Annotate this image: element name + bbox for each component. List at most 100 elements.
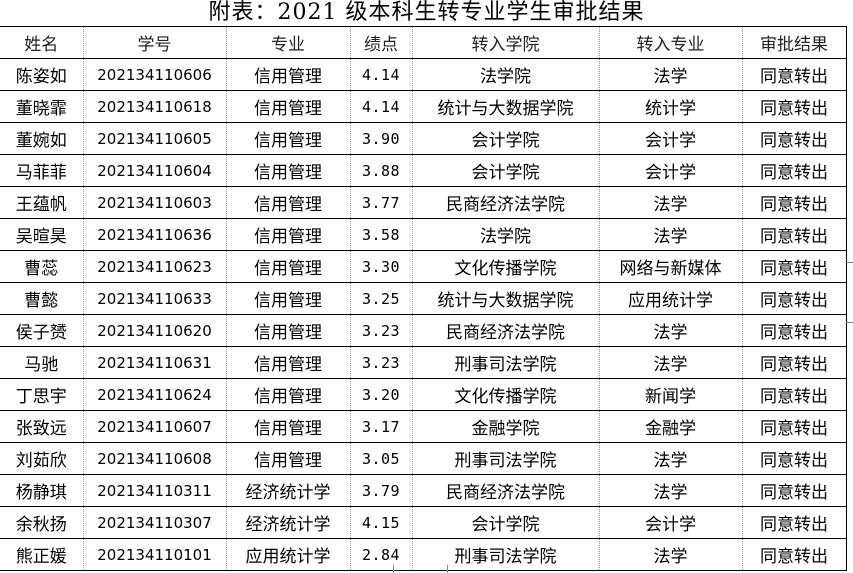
cell-major: 经济统计学 [226, 506, 351, 539]
cell-name: 余秋扬 [0, 506, 84, 539]
cell-student-id: 202134110620 [83, 314, 227, 347]
cell-target-college: 金融学院 [412, 410, 600, 443]
cell-name: 陈姿如 [0, 58, 84, 91]
cell-student-id: 202134110631 [83, 346, 227, 379]
cell-approval-result: 同意转出 [742, 538, 847, 571]
cell-target-major: 法学 [599, 474, 743, 507]
table-row: 吴暄昊 202134110636 信用管理 3.58 法学院 法学 同意转出 [0, 218, 847, 251]
cell-approval-result: 同意转出 [742, 122, 847, 155]
cell-name: 丁思宇 [0, 378, 84, 411]
cell-student-id: 202134110623 [83, 250, 227, 283]
cell-approval-result: 同意转出 [742, 282, 847, 315]
table-row: 董婉如 202134110605 信用管理 3.90 会计学院 会计学 同意转出 [0, 122, 847, 155]
cell-student-id: 202134110618 [83, 90, 227, 123]
cell-target-college: 民商经济法学院 [412, 186, 600, 219]
cell-approval-result: 同意转出 [742, 442, 847, 475]
sheet-edge-mark [846, 322, 853, 323]
sheet-edge-mark [846, 262, 853, 263]
column-header-name: 姓名 [0, 26, 84, 59]
cell-student-id: 202134110636 [83, 218, 227, 251]
cell-name: 马菲菲 [0, 154, 84, 187]
cell-name: 刘茹欣 [0, 442, 84, 475]
cell-target-major: 应用统计学 [599, 282, 743, 315]
cell-target-college: 法学院 [412, 218, 600, 251]
table-row: 王蕴帆 202134110603 信用管理 3.77 民商经济法学院 法学 同意转出 [0, 186, 847, 219]
cell-target-major: 法学 [599, 218, 743, 251]
table-row: 马驰 202134110631 信用管理 3.23 刑事司法学院 法学 同意转出 [0, 346, 847, 379]
cell-student-id: 202134110606 [83, 58, 227, 91]
cell-gpa: 3.23 [350, 346, 413, 379]
cell-student-id: 202134110311 [83, 474, 227, 507]
table-row: 董晓霏 202134110618 信用管理 4.14 统计与大数据学院 统计学 同意转出 [0, 90, 847, 123]
cell-target-major: 法学 [599, 346, 743, 379]
cell-target-college: 文化传播学院 [412, 250, 600, 283]
cell-target-college: 会计学院 [412, 506, 600, 539]
cell-gpa: 4.14 [350, 58, 413, 91]
cell-major: 信用管理 [226, 314, 351, 347]
cell-major: 信用管理 [226, 282, 351, 315]
approval-table: 姓名 学号 专业 绩点 转入学院 转入专业 审批结果 陈姿如 202134110606 信用管理… [0, 26, 847, 571]
cell-name: 董晓霏 [0, 90, 84, 123]
cell-target-college: 刑事司法学院 [412, 538, 600, 571]
cell-target-major: 法学 [599, 186, 743, 219]
cell-target-major: 统计学 [599, 90, 743, 123]
cell-major: 信用管理 [226, 442, 351, 475]
cell-approval-result: 同意转出 [742, 346, 847, 379]
cell-gpa: 3.79 [350, 474, 413, 507]
column-header-target-college: 转入学院 [412, 26, 600, 59]
table-row: 曹蕊 202134110623 信用管理 3.30 文化传播学院 网络与新媒体 同意转出 [0, 250, 847, 283]
cell-target-major: 法学 [599, 314, 743, 347]
cell-approval-result: 同意转出 [742, 474, 847, 507]
cell-name: 马驰 [0, 346, 84, 379]
cell-target-college: 刑事司法学院 [412, 442, 600, 475]
cell-approval-result: 同意转出 [742, 218, 847, 251]
cell-approval-result: 同意转出 [742, 90, 847, 123]
cell-student-id: 202134110608 [83, 442, 227, 475]
cell-approval-result: 同意转出 [742, 250, 847, 283]
cell-approval-result: 同意转出 [742, 506, 847, 539]
cell-gpa: 3.58 [350, 218, 413, 251]
cell-approval-result: 同意转出 [742, 186, 847, 219]
cell-approval-result: 同意转出 [742, 378, 847, 411]
cell-gpa: 3.30 [350, 250, 413, 283]
cell-gpa: 3.17 [350, 410, 413, 443]
cell-approval-result: 同意转出 [742, 58, 847, 91]
cell-target-major: 法学 [599, 442, 743, 475]
cell-target-college: 统计与大数据学院 [412, 282, 600, 315]
cell-student-id: 202134110607 [83, 410, 227, 443]
table-row: 丁思宇 202134110624 信用管理 3.20 文化传播学院 新闻学 同意转出 [0, 378, 847, 411]
cell-name: 曹懿 [0, 282, 84, 315]
cell-gpa: 3.25 [350, 282, 413, 315]
table-row: 侯子赟 202134110620 信用管理 3.23 民商经济法学院 法学 同意转出 [0, 314, 847, 347]
cell-target-college: 刑事司法学院 [412, 346, 600, 379]
column-header-student-id: 学号 [83, 26, 227, 59]
sheet-edge-tick [447, 565, 448, 573]
table-row: 陈姿如 202134110606 信用管理 4.14 法学院 法学 同意转出 [0, 58, 847, 91]
cell-target-major: 法学 [599, 58, 743, 91]
cell-student-id: 202134110101 [83, 538, 227, 571]
cell-target-college: 会计学院 [412, 122, 600, 155]
cell-major: 信用管理 [226, 122, 351, 155]
cell-approval-result: 同意转出 [742, 154, 847, 187]
page-title: 附表：2021 级本科生转专业学生审批结果 [208, 0, 645, 25]
table-row: 曹懿 202134110633 信用管理 3.25 统计与大数据学院 应用统计学 同意转出 [0, 282, 847, 315]
cell-gpa: 4.14 [350, 90, 413, 123]
cell-gpa: 3.77 [350, 186, 413, 219]
cell-major: 信用管理 [226, 58, 351, 91]
cell-major: 信用管理 [226, 154, 351, 187]
cell-name: 吴暄昊 [0, 218, 84, 251]
cell-gpa: 2.84 [350, 538, 413, 571]
cell-student-id: 202134110603 [83, 186, 227, 219]
cell-major: 信用管理 [226, 90, 351, 123]
cell-gpa: 3.05 [350, 442, 413, 475]
cell-name: 王蕴帆 [0, 186, 84, 219]
cell-major: 信用管理 [226, 250, 351, 283]
cell-student-id: 202134110604 [83, 154, 227, 187]
cell-major: 信用管理 [226, 378, 351, 411]
cell-target-college: 文化传播学院 [412, 378, 600, 411]
cell-student-id: 202134110624 [83, 378, 227, 411]
cell-major: 信用管理 [226, 346, 351, 379]
cell-major: 信用管理 [226, 218, 351, 251]
column-header-approval-result: 审批结果 [742, 26, 847, 59]
cell-target-major: 会计学 [599, 154, 743, 187]
